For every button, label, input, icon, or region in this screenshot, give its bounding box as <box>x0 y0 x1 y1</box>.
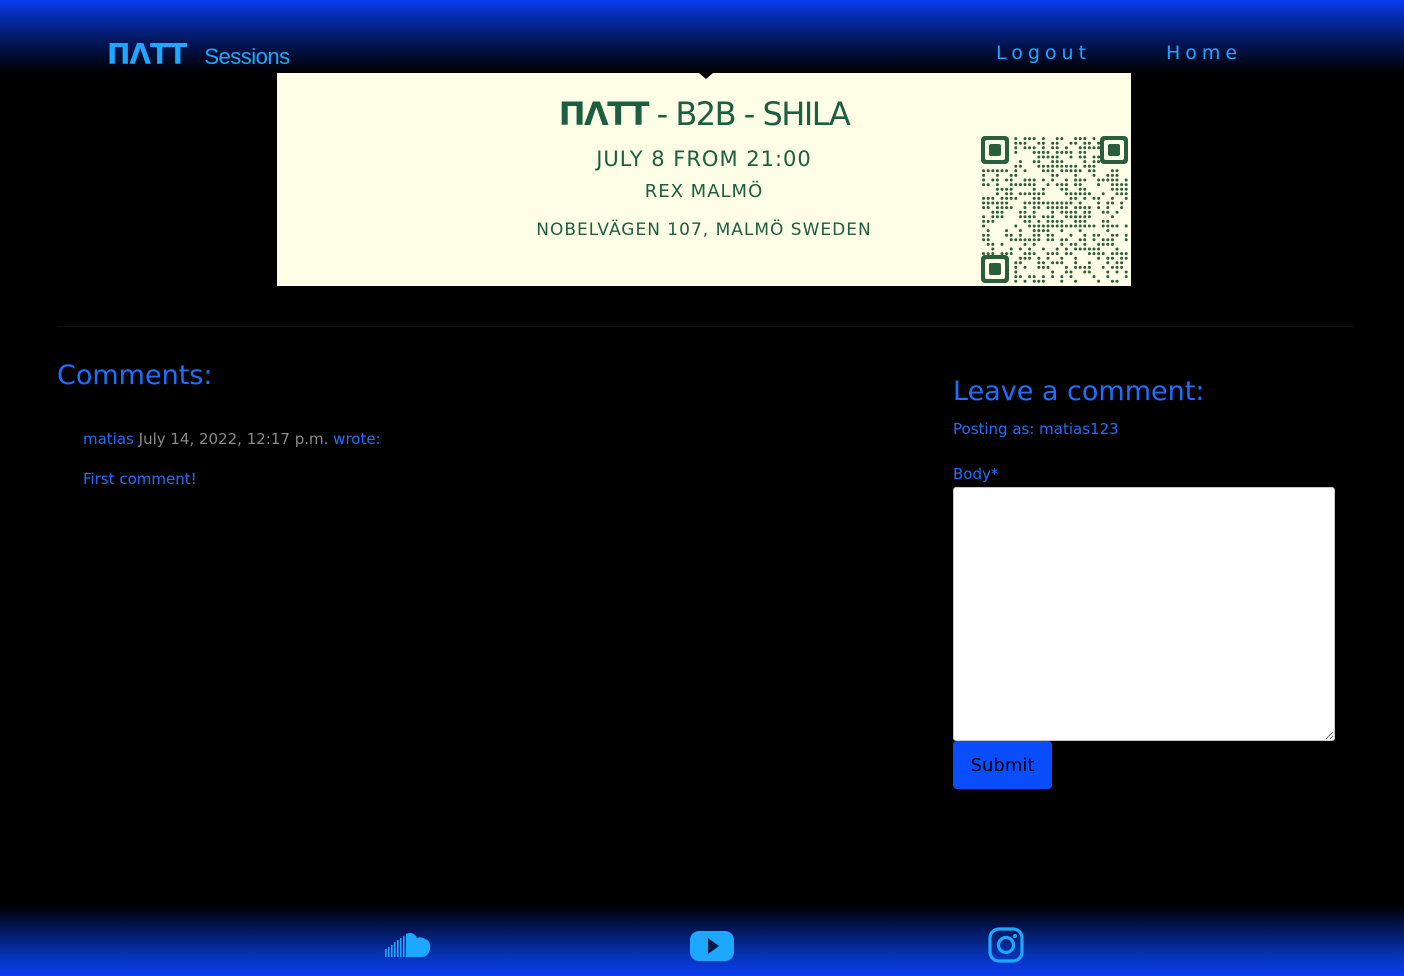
comment-meta: matias July 14, 2022, 12:17 p.m. wrote: <box>83 430 381 448</box>
banner-title-rest: - B2B - SHILA <box>647 95 851 133</box>
brand-logo: ΠΛΤΤ <box>107 38 187 71</box>
soundcloud-link[interactable] <box>384 922 436 968</box>
section-divider <box>57 326 1353 327</box>
dropdown-caret <box>699 73 713 79</box>
youtube-link[interactable] <box>690 922 734 968</box>
soundcloud-icon <box>385 933 431 957</box>
comment-date: July 14, 2022, 12:17 p.m. <box>138 430 329 448</box>
submit-button[interactable]: Submit <box>953 741 1052 789</box>
posting-as-label: Posting as: matias123 <box>953 420 1119 438</box>
comment-body: First comment! <box>83 470 197 488</box>
nav-home-link[interactable]: Home <box>1166 42 1242 64</box>
youtube-icon <box>690 931 734 961</box>
qr-code-icon <box>981 136 1128 283</box>
comment-body-textarea[interactable] <box>953 487 1335 741</box>
comment-wrote-label: wrote: <box>333 430 381 448</box>
comments-heading: Comments: <box>57 360 213 391</box>
brand-subtitle: Sessions <box>204 44 290 69</box>
instagram-icon <box>988 927 1024 963</box>
nav-logout-link[interactable]: Logout <box>996 42 1091 64</box>
event-banner-image: ΠΛΤΤ - B2B - SHILA JULY 8 FROM 21:00 REX… <box>277 73 1131 286</box>
comment-author: matias <box>83 430 134 448</box>
brand-link[interactable]: ΠΛΤΤ Sessions <box>107 38 290 71</box>
leave-comment-heading: Leave a comment: <box>953 376 1205 407</box>
banner-title-brand: ΠΛΤΤ <box>558 95 650 133</box>
body-field-label: Body* <box>953 465 999 483</box>
instagram-link[interactable] <box>988 922 1024 968</box>
banner-title: ΠΛΤΤ - B2B - SHILA <box>277 95 1131 133</box>
